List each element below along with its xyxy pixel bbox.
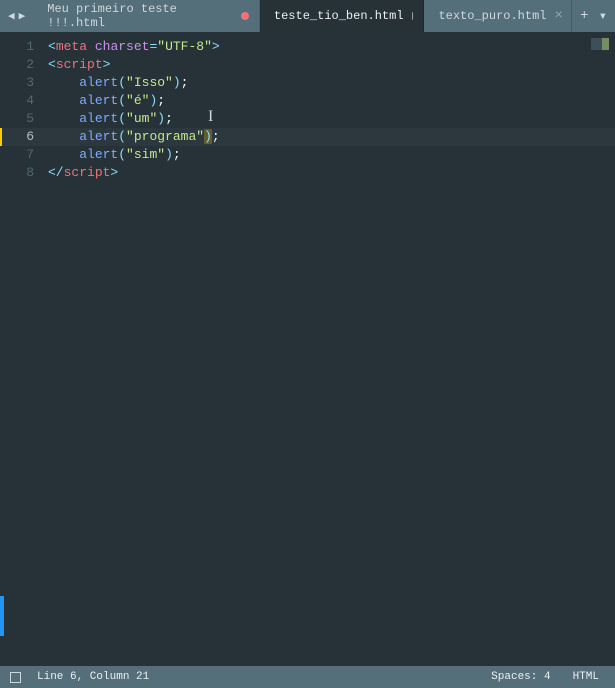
dirty-indicator-icon [412, 12, 414, 20]
code-editor[interactable]: 12345678 <meta charset="UTF-8"><script> … [0, 32, 615, 666]
tab-prev-icon[interactable]: ◀ [8, 9, 15, 23]
line-number[interactable]: 4 [0, 92, 48, 110]
tab-label: texto_puro.html [438, 9, 546, 23]
line-number[interactable]: 1 [0, 38, 48, 56]
close-icon[interactable]: × [554, 10, 562, 22]
line-number[interactable]: 5 [0, 110, 48, 128]
tab-label: teste_tio_ben.html [274, 9, 404, 23]
tab-label: Meu primeiro teste !!!.html [47, 2, 233, 30]
code-line[interactable]: alert("programa"); [48, 128, 615, 146]
code-line-content: </script> [48, 165, 118, 180]
panel-toggle-icon[interactable] [10, 672, 21, 683]
code-line[interactable]: <meta charset="UTF-8"> [48, 38, 615, 56]
code-line-content: alert("Isso"); [48, 75, 188, 90]
code-line-content: alert("é"); [48, 93, 165, 108]
code-line[interactable]: alert("um"); [48, 110, 615, 128]
status-language[interactable]: HTML [567, 671, 605, 683]
line-number[interactable]: 7 [0, 146, 48, 164]
tab-next-icon[interactable]: ▶ [19, 9, 26, 23]
scroll-indicator [0, 596, 4, 636]
code-line[interactable]: alert("é"); [48, 92, 615, 110]
line-number[interactable]: 2 [0, 56, 48, 74]
status-bar: Line 6, Column 21 Spaces: 4 HTML [0, 666, 615, 688]
file-tab[interactable]: teste_tio_ben.html [260, 0, 425, 32]
code-line[interactable]: <script> [48, 56, 615, 74]
tabs-host: Meu primeiro teste !!!.html teste_tio_ben… [33, 0, 572, 32]
code-area[interactable]: <meta charset="UTF-8"> <script> alert("Is… [48, 32, 615, 666]
code-line-content: <script> [48, 57, 110, 72]
tab-menu-icon[interactable]: ▾ [599, 8, 607, 25]
dirty-indicator-icon [241, 12, 249, 20]
code-line[interactable]: </script> [48, 164, 615, 182]
tab-bar: ◀ ▶ Meu primeiro teste !!!.html teste_tio… [0, 0, 615, 32]
status-cursor-position[interactable]: Line 6, Column 21 [31, 671, 155, 683]
tab-nav-arrows: ◀ ▶ [0, 0, 33, 32]
code-line-content: <meta charset="UTF-8"> [48, 39, 220, 54]
code-line[interactable]: alert("sim"); [48, 146, 615, 164]
line-number[interactable]: 3 [0, 74, 48, 92]
status-indentation[interactable]: Spaces: 4 [485, 671, 556, 683]
code-line-content: alert("sim"); [48, 147, 181, 162]
file-tab[interactable]: Meu primeiro teste !!!.html [33, 0, 260, 32]
code-line[interactable]: alert("Isso"); [48, 74, 615, 92]
code-line-content: alert("um"); [48, 111, 173, 126]
new-tab-icon[interactable]: + [580, 8, 588, 24]
line-number[interactable]: 8 [0, 164, 48, 182]
tab-actions: + ▾ [572, 0, 615, 32]
file-tab[interactable]: texto_puro.html × [424, 0, 572, 32]
code-line-content: alert("programa"); [48, 129, 220, 144]
